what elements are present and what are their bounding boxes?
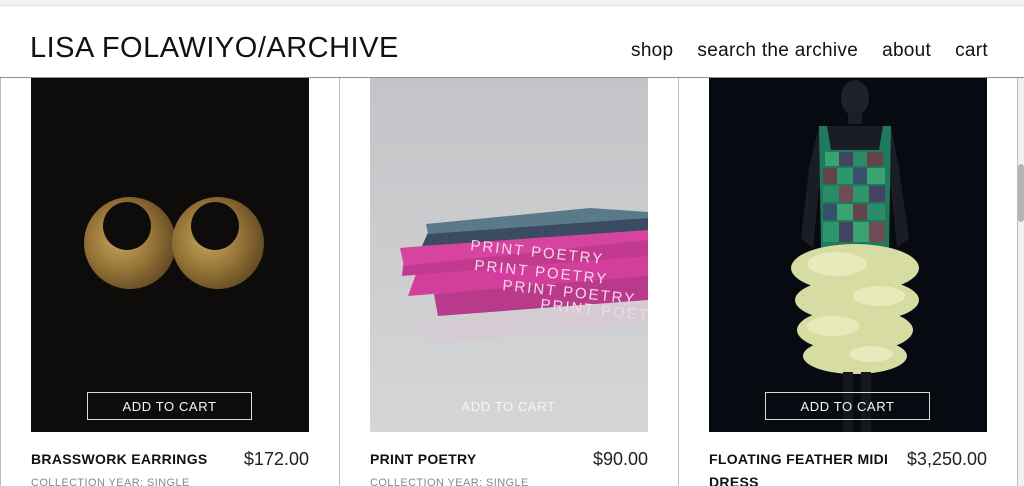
product-card[interactable]: ADD TO CART FLOATING FEATHER MIDI DRESS … bbox=[709, 78, 987, 486]
nav-shop[interactable]: shop bbox=[631, 40, 673, 62]
add-to-cart-button[interactable]: ADD TO CART bbox=[87, 392, 252, 420]
product-image[interactable] bbox=[31, 78, 309, 432]
product-meta: COLLECTION YEAR: SINGLE bbox=[370, 477, 529, 486]
product-price: $3,250.00 bbox=[906, 449, 987, 469]
page-scrollbar[interactable] bbox=[1018, 78, 1024, 486]
nav-about[interactable]: about bbox=[882, 40, 931, 62]
product-meta: COLLECTION YEAR: SINGLE bbox=[31, 477, 190, 486]
site-logo[interactable]: LISA FOLAWIYO/ARCHIVE bbox=[30, 32, 399, 65]
product-name[interactable]: PRINT POETRY bbox=[370, 448, 560, 471]
product-price: $172.00 bbox=[243, 449, 309, 469]
product-name[interactable]: BRASSWORK EARRINGS bbox=[31, 448, 221, 471]
grid-divider bbox=[678, 78, 679, 486]
nav-cart[interactable]: cart bbox=[955, 40, 988, 62]
grid-divider bbox=[339, 78, 340, 486]
product-image[interactable] bbox=[709, 78, 987, 432]
main-nav: shop search the archive about cart bbox=[631, 40, 988, 62]
add-to-cart-button[interactable]: ADD TO CART bbox=[765, 392, 930, 420]
brass-earrings-image bbox=[31, 78, 309, 432]
product-image[interactable]: PRINT POETRY PRINT POETRY PRINT POETRY P… bbox=[370, 78, 648, 432]
nav-search-archive[interactable]: search the archive bbox=[697, 40, 858, 62]
product-name[interactable]: FLOATING FEATHER MIDI DRESS bbox=[709, 448, 899, 486]
scrollbar-thumb[interactable] bbox=[1018, 164, 1024, 222]
product-grid: ADD TO CART BRASSWORK EARRINGS $172.00 C… bbox=[0, 78, 1018, 486]
add-to-cart-button[interactable]: ADD TO CART bbox=[426, 392, 591, 420]
site-header: LISA FOLAWIYO/ARCHIVE shop search the ar… bbox=[0, 6, 1024, 78]
product-card[interactable]: PRINT POETRY PRINT POETRY PRINT POETRY P… bbox=[370, 78, 648, 486]
print-poetry-books-image: PRINT POETRY PRINT POETRY PRINT POETRY P… bbox=[370, 78, 648, 432]
feather-dress-image bbox=[709, 78, 987, 432]
product-card[interactable]: ADD TO CART BRASSWORK EARRINGS $172.00 C… bbox=[31, 78, 309, 486]
grid-divider bbox=[0, 78, 1, 486]
product-price: $90.00 bbox=[592, 449, 648, 469]
